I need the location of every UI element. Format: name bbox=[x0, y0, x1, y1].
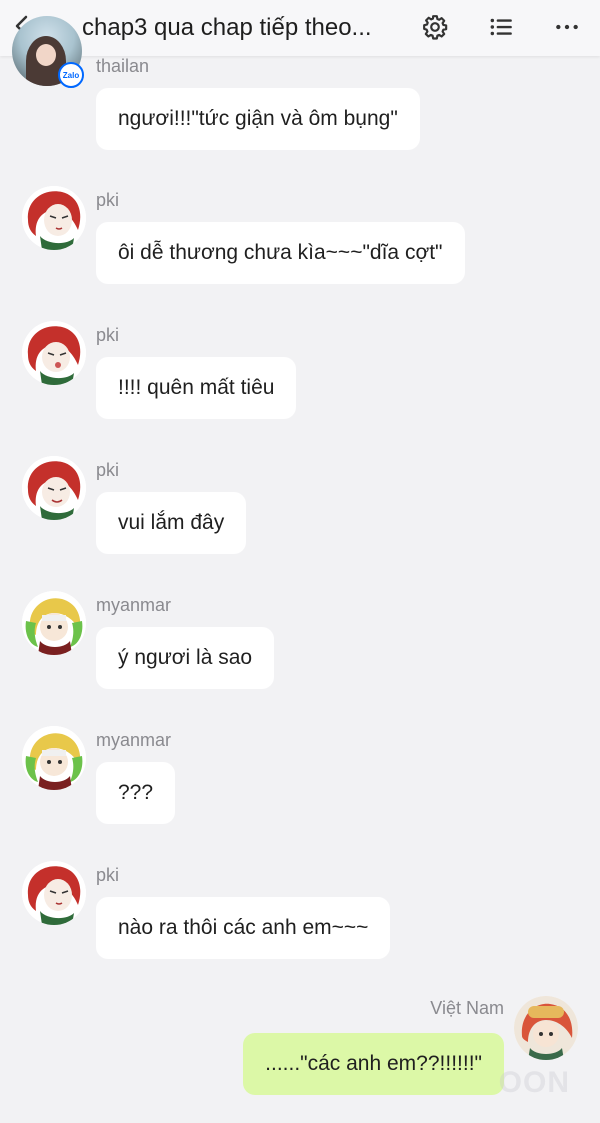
list-button[interactable] bbox=[486, 12, 516, 42]
message-bubble[interactable]: vui lắm đây bbox=[96, 492, 247, 554]
sender-name: pki bbox=[96, 190, 120, 210]
message-bubble[interactable]: nào ra thôi các anh em~~~ bbox=[96, 897, 391, 959]
avatar-face bbox=[36, 44, 56, 66]
message-text: ý ngươi là sao bbox=[118, 646, 253, 669]
pki-avatar[interactable] bbox=[22, 321, 86, 385]
message-text: nào ra thôi các anh em~~~ bbox=[118, 916, 369, 939]
sender-name: pki bbox=[96, 865, 120, 885]
zalo-badge: Zalo bbox=[58, 62, 84, 88]
myanmar-avatar[interactable] bbox=[22, 591, 86, 655]
chat-area[interactable]: thailan ngươi!!!"tức giận và ôm bụng" pk… bbox=[0, 0, 600, 1123]
message-text: !!!! quên mất tiêu bbox=[118, 376, 275, 399]
settings-button[interactable] bbox=[420, 12, 450, 42]
vietnam-avatar[interactable] bbox=[514, 996, 578, 1060]
message-text: ngươi!!!"tức giận và ôm bụng" bbox=[118, 107, 398, 130]
message-bubble[interactable]: ngươi!!!"tức giận và ôm bụng" bbox=[96, 88, 420, 150]
list-icon bbox=[490, 18, 512, 36]
sender-name: pki bbox=[96, 325, 120, 345]
watermark: OON bbox=[498, 1066, 570, 1099]
message-bubble[interactable]: ý ngươi là sao bbox=[96, 627, 275, 689]
sender-name: myanmar bbox=[96, 595, 172, 615]
message-text: ôi dễ thương chưa kìa~~~"dĩa cợt" bbox=[118, 241, 443, 264]
page-title: chap3 qua chap tiếp theo... bbox=[82, 14, 372, 41]
myanmar-avatar[interactable] bbox=[22, 726, 86, 790]
sender-name: myanmar bbox=[96, 730, 172, 750]
sender-name: pki bbox=[96, 460, 120, 480]
message-text: ??? bbox=[118, 781, 154, 804]
message-text: vui lắm đây bbox=[118, 511, 225, 534]
more-button[interactable] bbox=[552, 12, 582, 42]
more-icon bbox=[556, 24, 578, 30]
message-bubble-own[interactable]: ......"các anh em??!!!!!!" bbox=[243, 1033, 504, 1095]
pki-avatar[interactable] bbox=[22, 456, 86, 520]
zalo-badge-text: Zalo bbox=[62, 70, 80, 80]
pki-avatar[interactable] bbox=[22, 861, 86, 925]
message-bubble[interactable]: ??? bbox=[96, 762, 176, 824]
message-bubble[interactable]: !!!! quên mất tiêu bbox=[96, 357, 297, 419]
sender-name: Việt Nam bbox=[430, 998, 504, 1018]
pki-avatar[interactable] bbox=[22, 186, 86, 250]
gear-icon bbox=[423, 15, 448, 40]
sender-name: thailan bbox=[96, 56, 150, 76]
message-bubble[interactable]: ôi dễ thương chưa kìa~~~"dĩa cợt" bbox=[96, 222, 465, 284]
chat-header: chap3 qua chap tiếp theo... bbox=[0, 0, 600, 56]
message-text: ......"các anh em??!!!!!!" bbox=[265, 1052, 482, 1075]
